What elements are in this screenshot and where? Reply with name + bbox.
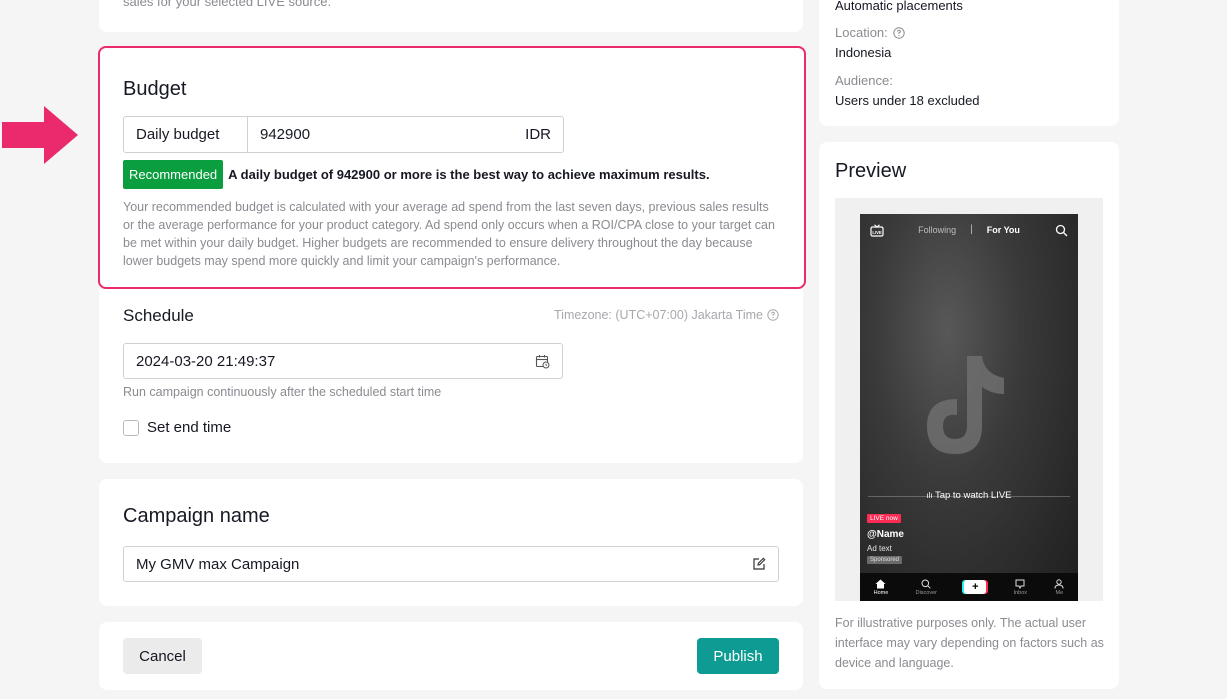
sponsored-badge: Sponsored — [867, 556, 903, 564]
inbox-icon — [1015, 579, 1025, 589]
help-icon[interactable] — [893, 26, 905, 39]
location-label: Location: — [835, 25, 888, 40]
location-value: Indonesia — [835, 45, 892, 60]
search-icon — [921, 579, 931, 589]
preview-disclaimer: For illustrative purposes only. The actu… — [835, 616, 1104, 670]
start-date-value: 2024-03-20 21:49:37 — [136, 352, 276, 370]
source-description: sales for your selected LIVE source. — [123, 0, 332, 9]
nav-home: Home — [873, 579, 889, 596]
timezone-text: Timezone: (UTC+07:00) Jakarta Time — [554, 308, 763, 322]
schedule-section: Schedule Timezone: (UTC+07:00) Jakarta T… — [99, 289, 803, 463]
action-bar: Cancel Publish — [99, 622, 803, 690]
nav-me-label: Me — [1055, 589, 1064, 596]
budget-title: Budget — [123, 78, 187, 100]
tap-to-watch-live: ılı Tap to watch LIVE — [860, 490, 1078, 501]
daily-budget-value[interactable]: 942900 — [248, 126, 525, 143]
set-end-time-label[interactable]: Set end time — [147, 419, 231, 436]
nav-me: Me — [1054, 578, 1064, 596]
calendar-icon — [535, 354, 550, 368]
ad-text: Ad text — [867, 544, 892, 553]
set-end-time-checkbox[interactable] — [123, 419, 139, 436]
nav-inbox-label: Inbox — [1013, 589, 1028, 596]
campaign-name-section: Campaign name My GMV max Campaign — [99, 479, 803, 606]
set-end-time-row[interactable]: Set end time — [123, 419, 231, 436]
home-icon — [875, 579, 886, 588]
preview-title: Preview — [835, 160, 907, 182]
edit-icon[interactable] — [752, 557, 766, 571]
nav-discover: Discover — [916, 579, 937, 596]
nav-inbox: Inbox — [1014, 579, 1027, 596]
profile-icon — [1054, 578, 1064, 589]
daily-budget-label: Daily budget — [124, 117, 248, 152]
tab-divider: | — [970, 224, 973, 235]
start-date-picker[interactable]: 2024-03-20 21:49:37 — [123, 343, 563, 379]
preview-frame: LIVE Following | For You ılı Tap to watc… — [835, 198, 1103, 601]
recommended-badge: Recommended — [123, 160, 224, 189]
recommended-text: A daily budget of 942900 or more is the … — [228, 167, 710, 182]
schedule-hint: Run campaign continuously after the sche… — [123, 385, 442, 399]
budget-description: Your recommended budget is calculated wi… — [123, 200, 775, 268]
create-plus-icon: + — [964, 580, 987, 594]
budget-section: Budget Daily budget 942900 IDR Recommend… — [98, 46, 806, 289]
tab-for-you: For You — [986, 224, 1020, 235]
live-now-badge: LIVE now — [867, 514, 901, 523]
bars-icon: ılı — [926, 491, 935, 500]
timezone-label: Timezone: (UTC+07:00) Jakarta Time — [554, 308, 779, 322]
phone-feed-tabs: Following | For You — [860, 224, 1078, 235]
location-label-row: Location: — [835, 25, 905, 40]
currency-label: IDR — [525, 126, 551, 143]
pointer-arrow-icon — [2, 106, 78, 164]
source-card: sales for your selected LIVE source. — [99, 0, 803, 32]
nav-discover-label: Discover — [915, 589, 937, 596]
campaign-name-title: Campaign name — [123, 505, 270, 527]
nav-home-label: Home — [873, 589, 889, 596]
daily-budget-input[interactable]: Daily budget 942900 IDR — [123, 116, 564, 153]
search-icon — [1055, 224, 1068, 237]
help-icon[interactable] — [767, 309, 779, 321]
campaign-name-value[interactable]: My GMV max Campaign — [136, 556, 299, 573]
tiktok-logo-icon — [927, 356, 1004, 454]
account-name: @Name — [867, 529, 904, 540]
preview-card: Preview LIVE Following | For You ılı Tap… — [819, 142, 1119, 689]
tab-following: Following — [918, 224, 957, 235]
summary-card: Automatic placements Location: Indonesia… — [819, 0, 1119, 126]
publish-button[interactable]: Publish — [697, 638, 779, 674]
audience-value: Users under 18 excluded — [835, 93, 980, 108]
phone-preview: LIVE Following | For You ılı Tap to watc… — [860, 214, 1078, 601]
cancel-button[interactable]: Cancel — [123, 638, 202, 674]
tap-to-watch-text: Tap to watch LIVE — [934, 490, 1012, 501]
schedule-title: Schedule — [123, 306, 194, 325]
recommendation-row: Recommended A daily budget of 942900 or … — [123, 160, 710, 189]
placements-value: Automatic placements — [835, 0, 963, 13]
audience-label: Audience: — [835, 73, 893, 88]
phone-bottom-nav: Home Discover + Inbox Me — [860, 573, 1078, 601]
campaign-name-input[interactable]: My GMV max Campaign — [123, 546, 779, 582]
